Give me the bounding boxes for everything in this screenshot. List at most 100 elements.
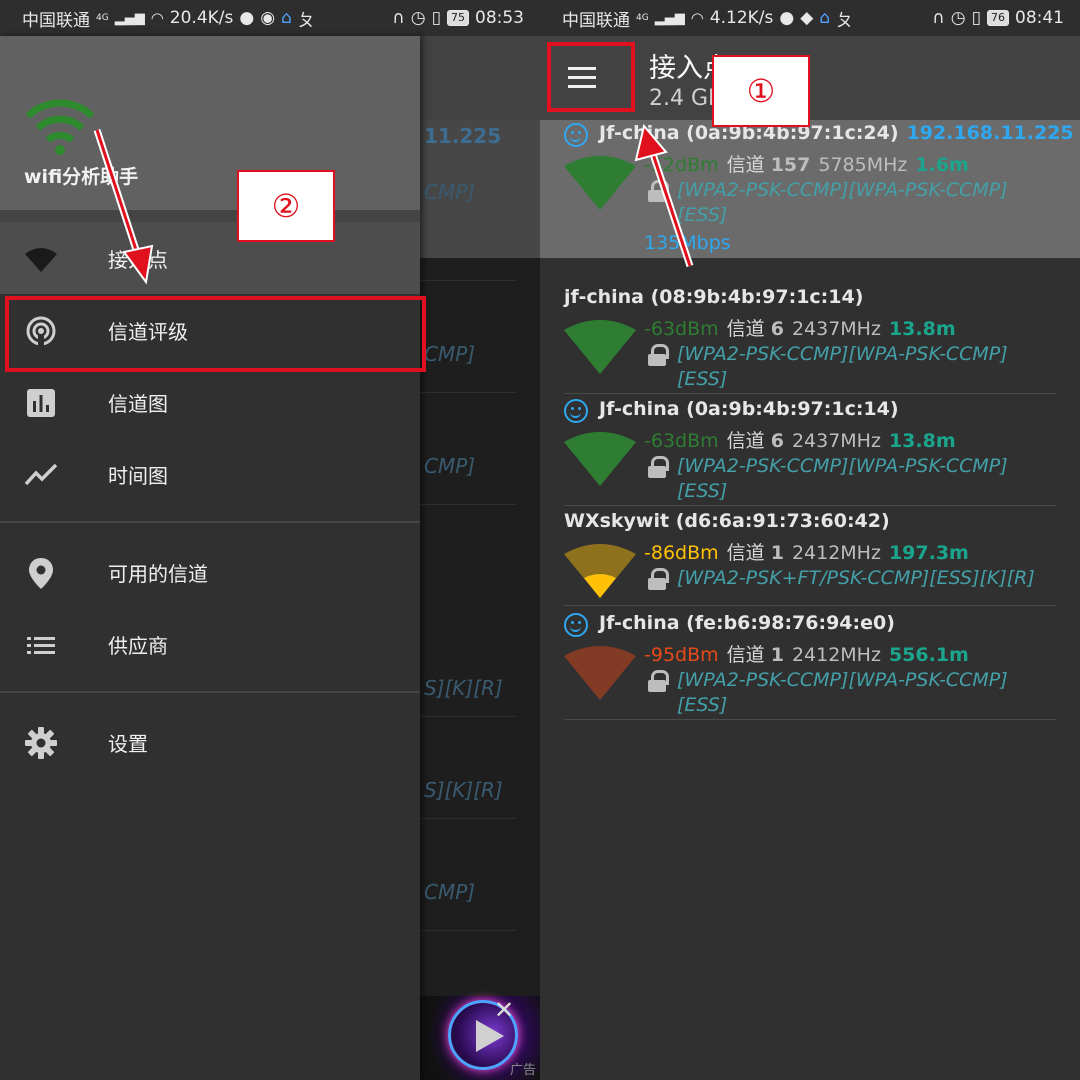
- input-method-icon: ㄆ: [297, 10, 315, 31]
- drawer-item-vendors[interactable]: 供应商: [0, 608, 420, 680]
- header-divider: [0, 210, 420, 222]
- ad-banner[interactable]: ✕ 广告: [420, 996, 540, 1080]
- ap-capabilities: [WPA2-PSK-CCMP][WPA-PSK-CCMP]: [677, 179, 1008, 201]
- access-point-row[interactable]: WXskywit (d6:6a:91:73:60:42) -86dBm 信道 1 24…: [540, 508, 1080, 606]
- divider: [420, 818, 516, 819]
- signal-icon: ▂▄▆: [654, 10, 685, 26]
- divider: [420, 930, 516, 931]
- close-icon[interactable]: ✕: [494, 996, 514, 1024]
- app-status-icon: ◆: [800, 8, 814, 28]
- callout-step-2: ②: [237, 170, 335, 242]
- signal-strength-icon: [564, 432, 636, 486]
- alarm-icon: ◷: [950, 8, 966, 28]
- ap-details: -63dBm 信道 6 2437MHz 13.8m: [644, 314, 956, 341]
- drawer-item-settings[interactable]: 设置: [0, 706, 420, 778]
- ap-capabilities: [WPA2-PSK-CCMP][WPA-PSK-CCMP]: [677, 343, 1008, 365]
- ap-capabilities: [WPA2-PSK+FT/PSK-CCMP][ESS][K][R]: [677, 567, 1035, 589]
- ap-capabilities: [ESS]: [677, 368, 728, 390]
- divider: [564, 719, 1056, 720]
- lock-icon: [648, 456, 669, 478]
- ap-ip-address: 192.168.11.225: [906, 122, 1074, 144]
- ap-channel-label: 信道: [726, 154, 765, 176]
- ap-ssid-text: Jf-china (fe:b6:98:76:94:e0): [599, 612, 895, 634]
- globe-icon: ●: [779, 8, 795, 28]
- underlying-fragment: CMP]: [424, 880, 476, 904]
- play-icon: [476, 1020, 504, 1052]
- ap-frequency: 5785MHz: [818, 154, 908, 176]
- access-point-row[interactable]: jf-china (08:9b:4b:97:1c:14) -63dBm 信道 6 24…: [540, 284, 1080, 394]
- ap-channel: 1: [770, 644, 784, 666]
- ap-channel-label: 信道: [726, 644, 765, 666]
- highlight-box-menu: [547, 42, 635, 112]
- vibrate-icon: ▯: [431, 8, 441, 28]
- lock-icon: [648, 180, 669, 202]
- drawer-item-label: 供应商: [108, 634, 168, 658]
- ap-ssid: jf-china (08:9b:4b:97:1c:14): [564, 286, 863, 308]
- ap-ssid: WXskywit (d6:6a:91:73:60:42): [564, 510, 890, 532]
- status-bar: 中国联通 4G ▂▄▆ ◠ 4.12K/s ● ◆ ⌂ ㄆ ∩ ◷ ▯ 76 0…: [540, 0, 1080, 36]
- drawer-item-channel-graph[interactable]: 信道图: [0, 366, 420, 438]
- signal-icon: ▂▄▆: [114, 10, 145, 26]
- access-point-row[interactable]: Jf-china (0a:9b:4b:97:1c:14) -63dBm 信道 6 24…: [540, 396, 1080, 506]
- ap-signal-level: -86dBm: [644, 542, 719, 564]
- ap-details: -52dBm 信道 157 5785MHz 1.6m: [644, 150, 969, 177]
- left-screen: 中国联通 4G ▂▄▆ ◠ 20.4K/s ● ◉ ⌂ ㄆ ∩ ◷ ▯ 75 0…: [0, 0, 540, 1080]
- navigation-drawer: wifi分析助手 接入点 信道评级 信道图 时间图 可用的信道 供应商 设置: [0, 36, 420, 1080]
- ap-signal-level: -63dBm: [644, 318, 719, 340]
- line-chart-icon: [24, 463, 58, 486]
- wifi-icon: [25, 248, 57, 272]
- location-pin-icon: [29, 558, 53, 589]
- ap-frequency: 2412MHz: [791, 644, 881, 666]
- wifi-status-icon: ◠: [690, 9, 704, 27]
- screenshot-composite: 中国联通 4G ▂▄▆ ◠ 20.4K/s ● ◉ ⌂ ㄆ ∩ ◷ ▯ 75 0…: [0, 0, 1080, 1080]
- ap-ssid-text: Jf-china (0a:9b:4b:97:1c:14): [599, 398, 899, 420]
- signal-strength-icon: [564, 156, 636, 210]
- headphone-icon: ∩: [932, 8, 945, 28]
- access-point-row[interactable]: Jf-china (0a:9b:4b:97:1c:24) 192.168.11.2…: [540, 120, 1080, 258]
- headphone-icon: ∩: [392, 8, 405, 28]
- list-icon: [27, 637, 55, 654]
- location-status-icon: ◉: [260, 8, 276, 28]
- divider: [420, 716, 516, 717]
- access-point-row[interactable]: Jf-china (fe:b6:98:76:94:e0) -95dBm 信道 1 24…: [540, 610, 1080, 720]
- divider: [564, 605, 1056, 606]
- ap-frequency: 2437MHz: [791, 430, 881, 452]
- ap-details: -63dBm 信道 6 2437MHz 13.8m: [644, 426, 956, 453]
- lock-status-icon: ⌂: [819, 8, 831, 28]
- net-speed-label: 20.4K/s: [169, 8, 234, 28]
- vibrate-icon: ▯: [971, 8, 981, 28]
- ap-distance: 197.3m: [888, 542, 969, 564]
- ap-signal-level: -63dBm: [644, 430, 719, 452]
- lock-icon: [648, 344, 669, 366]
- ap-channel-label: 信道: [726, 430, 765, 452]
- ap-channel: 157: [770, 154, 811, 176]
- drawer-item-time-graph[interactable]: 时间图: [0, 438, 420, 510]
- status-bar: 中国联通 4G ▂▄▆ ◠ 20.4K/s ● ◉ ⌂ ㄆ ∩ ◷ ▯ 75 0…: [0, 0, 540, 36]
- network-type-label: 4G: [636, 13, 649, 23]
- carrier-label: 中国联通: [562, 10, 630, 31]
- wifi-logo-icon: [26, 99, 95, 155]
- globe-icon: ●: [239, 8, 255, 28]
- smiley-icon: [564, 123, 588, 147]
- ap-distance: 13.8m: [888, 318, 956, 340]
- drawer-item-access-points[interactable]: 接入点: [0, 222, 420, 294]
- bar-chart-icon: [27, 389, 55, 417]
- highlight-box-channel-rating: [5, 296, 426, 372]
- clock-label: 08:53: [475, 8, 524, 28]
- drawer-header: wifi分析助手: [0, 36, 420, 210]
- ap-signal-level: -52dBm: [644, 154, 719, 176]
- signal-strength-icon: [564, 320, 636, 374]
- drawer-divider: [0, 691, 420, 693]
- drawer-item-available-channels[interactable]: 可用的信道: [0, 536, 420, 608]
- app-name: wifi分析助手: [24, 166, 139, 188]
- signal-strength-icon: [564, 544, 636, 598]
- net-speed-label: 4.12K/s: [709, 8, 774, 28]
- ap-ssid: Jf-china (0a:9b:4b:97:1c:24) 192.168.11.2…: [599, 122, 1074, 144]
- ap-ssid-text: WXskywit (d6:6a:91:73:60:42): [564, 510, 890, 532]
- wifi-status-icon: ◠: [150, 9, 164, 27]
- callout-step-1: ①: [712, 55, 810, 127]
- divider: [564, 505, 1056, 506]
- ap-distance: 556.1m: [888, 644, 969, 666]
- divider: [564, 393, 1056, 394]
- ap-signal-level: -95dBm: [644, 644, 719, 666]
